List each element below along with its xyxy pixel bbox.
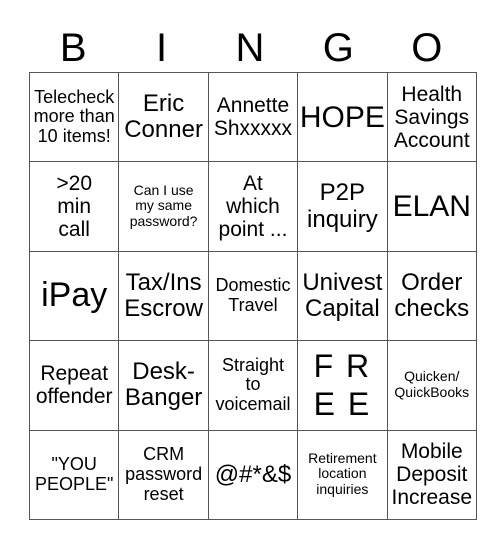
bingo-cell[interactable]: Retirement location inquiries <box>297 429 388 520</box>
bingo-row: Repeat offender Desk- Banger Straight to… <box>28 340 477 431</box>
header-letter-i: I <box>156 26 168 70</box>
bingo-cell[interactable]: Health Savings Account <box>386 71 477 163</box>
cell-label: P2P inquiry <box>307 179 378 233</box>
header-letter-o: O <box>411 26 443 70</box>
bingo-row: "YOU PEOPLE" CRM password reset @#*&$ Re… <box>28 429 477 520</box>
bingo-cell[interactable]: Univest Capital <box>297 250 388 342</box>
bingo-cell[interactable]: iPay <box>28 250 120 342</box>
free-space[interactable]: F R E E <box>297 340 388 431</box>
cell-label: Order checks <box>394 268 470 322</box>
cell-label: Univest Capital <box>302 268 383 322</box>
cell-label: Eric Conner <box>124 89 203 144</box>
cell-label: Repeat offender <box>35 362 113 409</box>
cell-label: Desk- Banger <box>124 357 203 412</box>
cell-label: Mobile Deposit Increase <box>391 440 473 510</box>
bingo-cell[interactable]: At which point ... <box>207 161 299 252</box>
bingo-cell[interactable]: Can I use my same password? <box>118 161 209 252</box>
bingo-cell[interactable]: Domestic Travel <box>207 250 299 342</box>
bingo-row: iPay Tax/Ins Escrow Domestic Travel Univ… <box>28 250 477 342</box>
bingo-cell[interactable]: @#*&$ <box>207 429 299 520</box>
cell-label: iPay <box>41 276 108 315</box>
cell-label: ELAN <box>392 190 471 224</box>
bingo-cell[interactable]: Desk- Banger <box>118 340 209 431</box>
cell-label: Straight to voicemail <box>215 354 291 415</box>
bingo-cell[interactable]: Straight to voicemail <box>207 340 299 431</box>
cell-label: HOPE <box>299 100 385 134</box>
bingo-cell[interactable]: Eric Conner <box>118 71 209 163</box>
cell-label: "YOU PEOPLE" <box>34 453 114 494</box>
cell-label: >20 min call <box>56 171 92 242</box>
cell-label: @#*&$ <box>214 460 292 488</box>
cell-label: Telecheck more than 10 items! <box>33 86 115 147</box>
bingo-cell[interactable]: Order checks <box>386 250 477 342</box>
header-letter-b: B <box>59 26 87 70</box>
cell-label: Tax/Ins Escrow <box>124 268 203 322</box>
bingo-cell[interactable]: >20 min call <box>28 161 120 252</box>
cell-label: At which point ... <box>218 171 288 242</box>
bingo-header: B I N G O <box>29 24 471 72</box>
bingo-row: >20 min call Can I use my same password?… <box>28 161 477 252</box>
cell-label: Quicken/ QuickBooks <box>394 368 470 400</box>
bingo-cell[interactable]: ELAN <box>386 161 477 252</box>
cell-label: Annette Shxxxxx <box>213 94 293 141</box>
free-space-label: F R E E <box>313 347 372 423</box>
cell-label: CRM password reset <box>125 444 203 504</box>
bingo-row: Telecheck more than 10 items! Eric Conne… <box>28 71 477 163</box>
cell-label: Domestic Travel <box>215 275 291 315</box>
bingo-cell[interactable]: P2P inquiry <box>297 161 388 252</box>
bingo-card: Telecheck more than 10 items! Eric Conne… <box>28 71 477 520</box>
cell-label: Can I use my same password? <box>129 181 198 229</box>
bingo-cell[interactable]: "YOU PEOPLE" <box>28 429 120 520</box>
bingo-cell[interactable]: CRM password reset <box>118 429 209 520</box>
bingo-cell[interactable]: Mobile Deposit Increase <box>386 429 477 520</box>
bingo-cell[interactable]: Repeat offender <box>28 340 120 431</box>
cell-label: Retirement location inquiries <box>308 450 377 497</box>
header-letter-g: G <box>322 26 354 70</box>
cell-label: Health Savings Account <box>393 82 470 152</box>
bingo-cell[interactable]: Tax/Ins Escrow <box>118 250 209 342</box>
header-letter-n: N <box>235 26 265 70</box>
bingo-cell[interactable]: Annette Shxxxxx <box>207 71 299 163</box>
bingo-cell[interactable]: Telecheck more than 10 items! <box>28 71 120 163</box>
bingo-cell[interactable]: Quicken/ QuickBooks <box>386 340 477 431</box>
bingo-cell[interactable]: HOPE <box>297 71 388 163</box>
